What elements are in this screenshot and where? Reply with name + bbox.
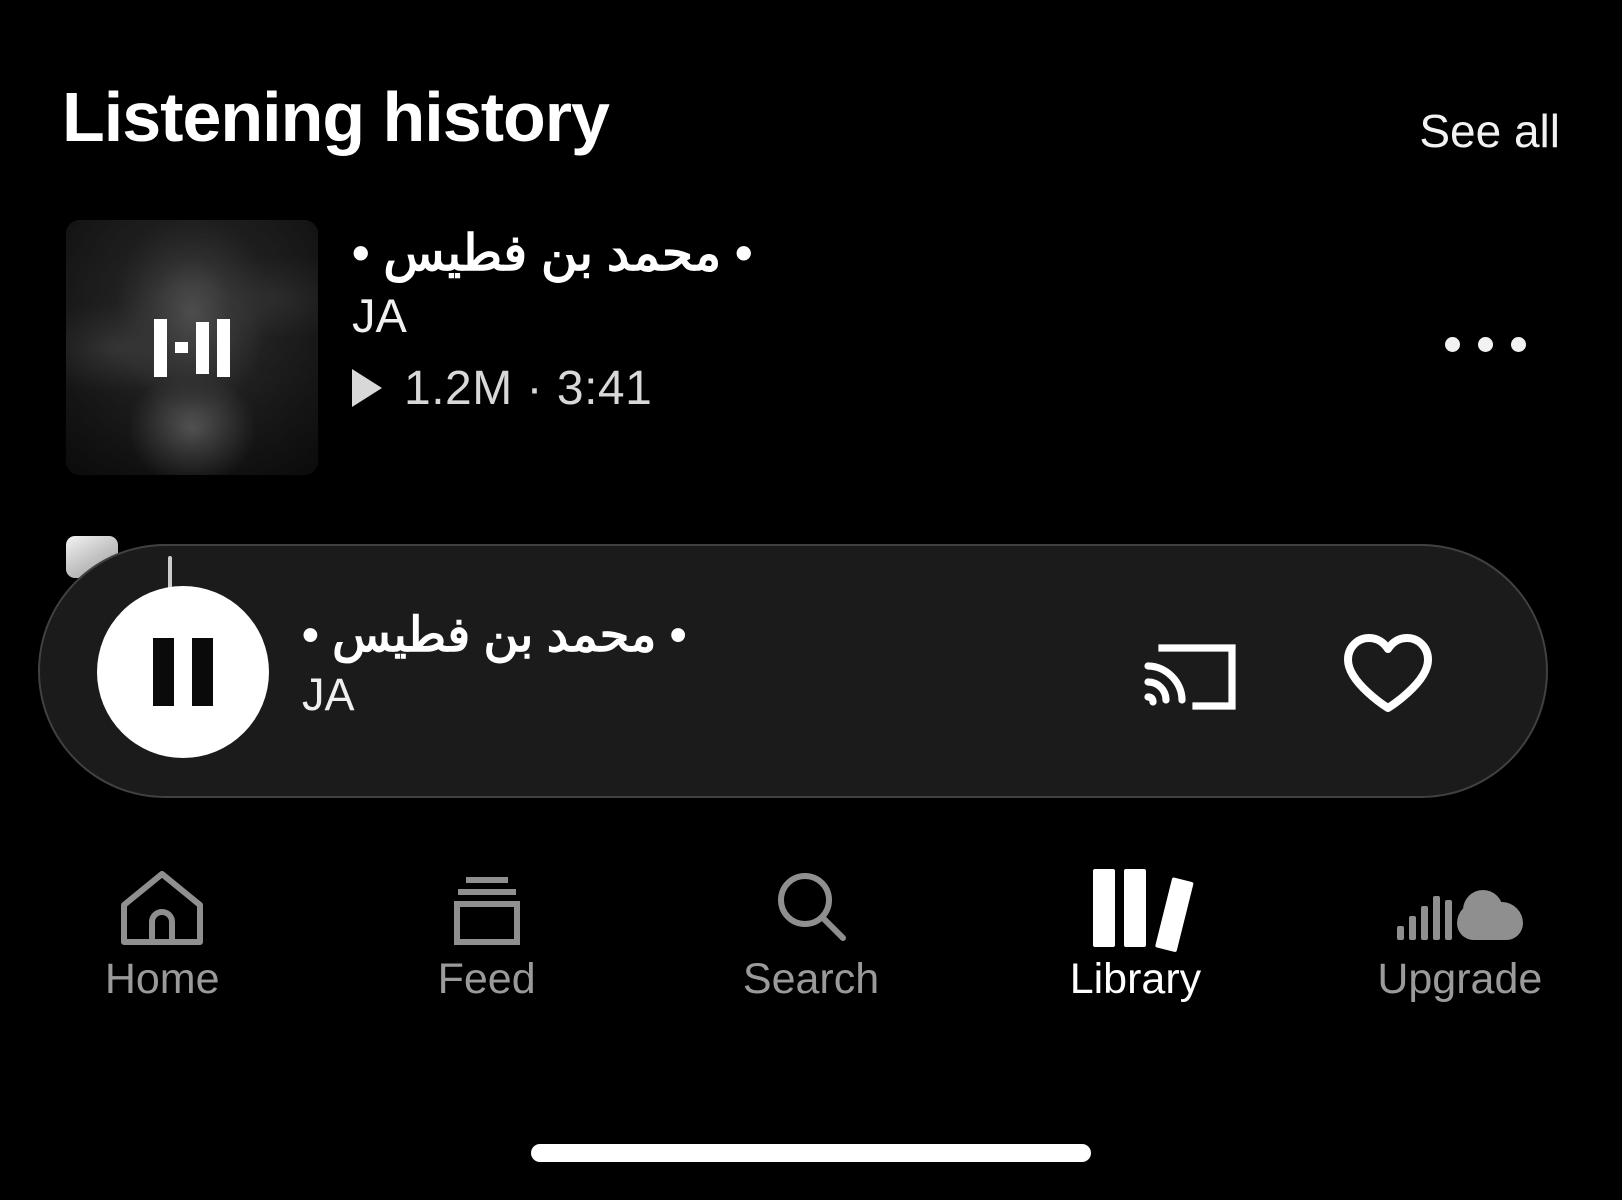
play-triangle-icon (352, 369, 382, 408)
track-artist[interactable]: JA (352, 289, 1332, 343)
heart-outline-icon[interactable] (1340, 630, 1436, 721)
mini-player-info[interactable]: • محمد بن فطيس • JA (302, 608, 1182, 721)
home-icon (116, 862, 208, 954)
track-row[interactable]: • محمد بن فطيس • JA 1.2M · 3:41 (0, 205, 1622, 495)
library-books-icon (1093, 862, 1195, 954)
nav-item-home[interactable]: Home (0, 840, 324, 1055)
nav-item-upgrade[interactable]: Upgrade (1298, 840, 1622, 1055)
nav-label-home: Home (104, 955, 220, 1003)
track-artwork[interactable] (66, 220, 318, 475)
track-stats-text: 1.2M · 3:41 (404, 361, 653, 415)
nav-label-search: Search (742, 955, 880, 1003)
track-stats: 1.2M · 3:41 (352, 361, 1332, 416)
nav-label-library: Library (1069, 955, 1202, 1003)
bottom-navigation-bar: Home Feed Search Library Upgrade (0, 840, 1622, 1055)
track-title[interactable]: • محمد بن فطيس • (352, 225, 1332, 283)
more-options-icon[interactable] (1445, 337, 1526, 352)
mini-player[interactable]: • محمد بن فطيس • JA (38, 544, 1548, 798)
nav-label-upgrade: Upgrade (1377, 955, 1543, 1003)
mini-player-container: • محمد بن فطيس • JA (0, 530, 1622, 820)
cast-icon[interactable] (1140, 630, 1240, 721)
soundcloud-logo-icon (1396, 862, 1523, 954)
see-all-link[interactable]: See all (1419, 104, 1560, 158)
pause-button[interactable] (97, 586, 269, 758)
nav-label-feed: Feed (437, 955, 536, 1003)
nav-item-feed[interactable]: Feed (324, 840, 648, 1055)
listening-history-header: Listening history See all (0, 0, 1622, 200)
page-title: Listening history (62, 78, 610, 156)
equalizer-bars-icon (66, 220, 318, 475)
mini-player-actions (1140, 630, 1436, 721)
mini-player-artist: JA (302, 669, 355, 721)
mini-player-title: • محمد بن فطيس • (302, 609, 687, 662)
home-indicator-bar[interactable] (531, 1144, 1091, 1162)
feed-stack-icon (441, 862, 533, 954)
search-icon (765, 862, 857, 954)
nav-item-search[interactable]: Search (649, 840, 973, 1055)
track-info: • محمد بن فطيس • JA 1.2M · 3:41 (352, 225, 1332, 416)
nav-item-library[interactable]: Library (973, 840, 1297, 1055)
